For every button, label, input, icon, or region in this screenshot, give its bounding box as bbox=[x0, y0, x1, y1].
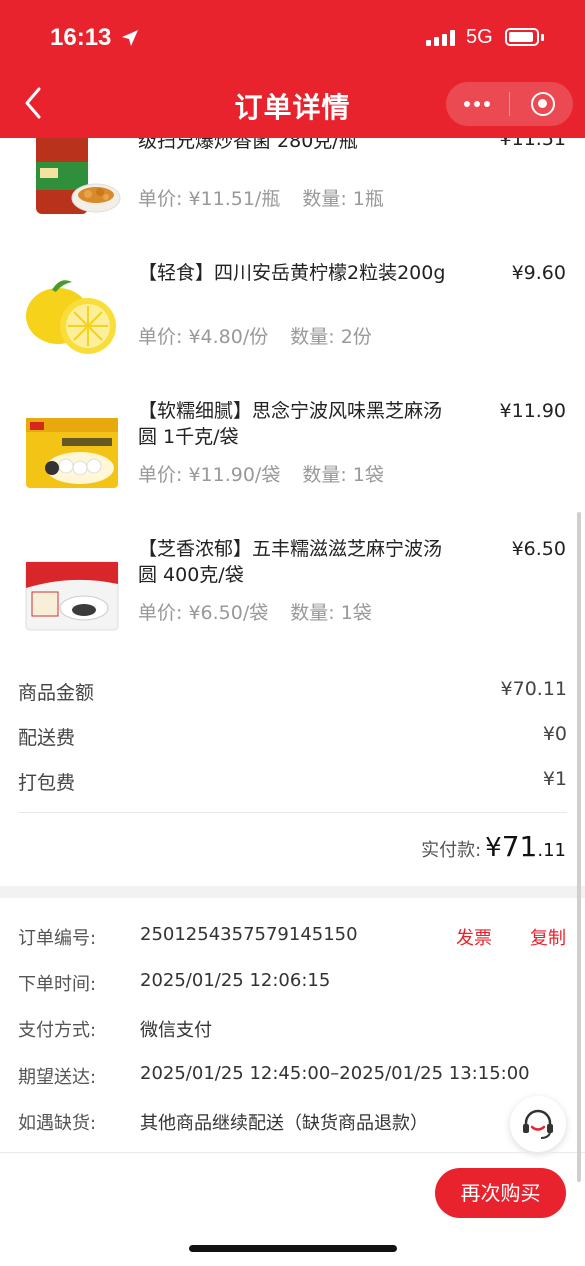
product-price: ¥6.50 bbox=[511, 538, 566, 560]
product-name: 【轻食】四川安岳黄柠檬2粒装200g bbox=[138, 262, 446, 284]
battery-icon bbox=[505, 28, 539, 46]
product-name: 【芝香浓郁】五丰糯滋滋芝麻宁波汤圆 400克/袋 bbox=[138, 538, 443, 586]
network-type: 5G bbox=[466, 26, 493, 48]
packing-fee-value: ¥1 bbox=[542, 768, 567, 790]
product-item[interactable]: 【轻食】四川安岳黄柠檬2粒装200g ¥9.60 单价: ¥4.80/份 数量: … bbox=[0, 258, 585, 388]
section-gap bbox=[0, 886, 585, 898]
goods-amount-value: ¥70.11 bbox=[500, 678, 567, 700]
home-indicator[interactable] bbox=[189, 1245, 397, 1252]
product-meta: 单价: ¥6.50/袋 数量: 1袋 bbox=[138, 598, 372, 625]
quantity: 数量: 1袋 bbox=[290, 602, 372, 624]
payment-method-value: 微信支付 bbox=[140, 1020, 212, 1041]
delivery-fee-row: 配送费 ¥0 bbox=[18, 723, 567, 750]
product-price: ¥9.60 bbox=[511, 262, 566, 284]
goods-amount-row: 商品金额 ¥70.11 bbox=[18, 678, 567, 705]
product-price: ¥11.90 bbox=[499, 400, 566, 422]
order-time-label: 下单时间: bbox=[18, 974, 97, 995]
order-time-value: 2025/01/25 12:06:15 bbox=[140, 970, 331, 991]
footer-divider bbox=[0, 1152, 585, 1153]
quantity: 数量: 1瓶 bbox=[302, 188, 384, 210]
quantity: 数量: 2份 bbox=[290, 326, 372, 348]
delivery-fee-label: 配送费 bbox=[18, 727, 76, 749]
product-name: 【软糯细腻】思念宁波风味黑芝麻汤圆 1千克/袋 bbox=[138, 400, 443, 448]
scrollbar[interactable] bbox=[577, 512, 581, 1182]
tangyuan-bag-image bbox=[26, 418, 118, 488]
order-number-label: 订单编号: bbox=[18, 928, 97, 949]
paid-label: 实付款: bbox=[421, 840, 482, 861]
paid-amount: 实付款: ¥71.11 bbox=[421, 830, 566, 863]
goods-amount-label: 商品金额 bbox=[18, 682, 95, 704]
payment-method-label: 支付方式: bbox=[18, 1020, 97, 1041]
order-number-value: 2501254357579145150 bbox=[140, 924, 358, 945]
packing-fee-row: 打包费 ¥1 bbox=[18, 768, 567, 795]
product-meta: 单价: ¥11.90/袋 数量: 1袋 bbox=[138, 460, 384, 487]
mini-program-capsule bbox=[446, 82, 573, 126]
paid-decimal: .11 bbox=[537, 840, 566, 861]
expected-delivery-label: 期望送达: bbox=[18, 1067, 97, 1088]
rebuy-button[interactable]: 再次购买 bbox=[435, 1168, 566, 1218]
paid-integer: 71 bbox=[501, 830, 538, 863]
invoice-link[interactable]: 发票 bbox=[456, 924, 492, 950]
unit-price: 单价: ¥6.50/袋 bbox=[138, 602, 269, 624]
customer-service-button[interactable] bbox=[510, 1096, 566, 1152]
divider bbox=[18, 812, 567, 813]
app-header: 16:13 5G 订单详情 bbox=[0, 0, 585, 138]
lemon-image bbox=[26, 280, 116, 354]
out-of-stock-value: 其他商品继续配送（缺货商品退款） bbox=[140, 1113, 428, 1134]
expected-delivery-value: 2025/01/25 12:45:00–2025/01/25 13:15:00 bbox=[140, 1063, 530, 1084]
location-arrow-icon bbox=[122, 30, 138, 46]
delivery-fee-value: ¥0 bbox=[542, 723, 567, 745]
packing-fee-label: 打包费 bbox=[18, 772, 76, 794]
paid-currency: ¥ bbox=[485, 833, 502, 863]
unit-price: 单价: ¥11.90/袋 bbox=[138, 464, 281, 486]
sesame-tangyuan-bag-image bbox=[25, 561, 119, 631]
status-time: 16:13 bbox=[50, 24, 112, 51]
product-meta: 单价: ¥11.51/瓶 数量: 1瓶 bbox=[138, 184, 384, 211]
out-of-stock-label: 如遇缺货: bbox=[18, 1113, 97, 1134]
unit-price: 单价: ¥11.51/瓶 bbox=[138, 188, 281, 210]
headset-icon bbox=[523, 1109, 553, 1139]
product-item[interactable]: 【芝香浓郁】五丰糯滋滋芝麻宁波汤圆 400克/袋 ¥6.50 单价: ¥6.50… bbox=[0, 534, 585, 664]
product-item[interactable]: 【软糯细腻】思念宁波风味黑芝麻汤圆 1千克/袋 ¥11.90 单价: ¥11.9… bbox=[0, 396, 585, 526]
copy-link[interactable]: 复制 bbox=[530, 924, 566, 950]
product-meta: 单价: ¥4.80/份 数量: 2份 bbox=[138, 322, 372, 349]
close-mini-program-icon[interactable] bbox=[531, 92, 555, 116]
unit-price: 单价: ¥4.80/份 bbox=[138, 326, 269, 348]
quantity: 数量: 1袋 bbox=[302, 464, 384, 486]
